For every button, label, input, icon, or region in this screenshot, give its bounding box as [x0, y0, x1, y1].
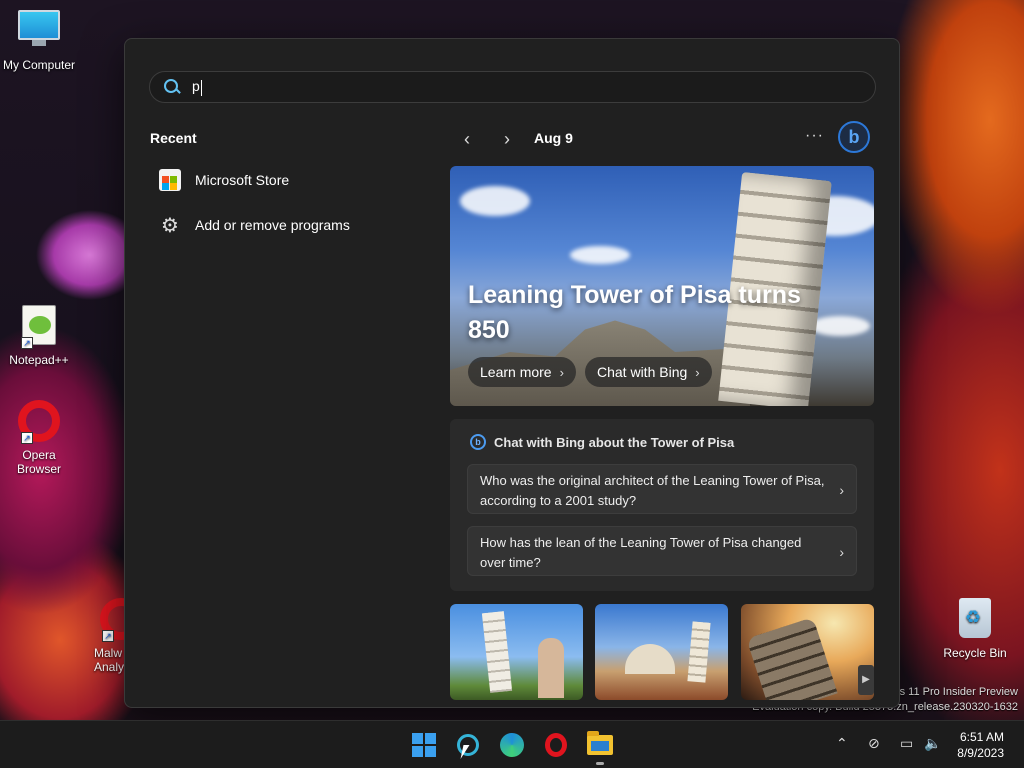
desktop-icon-label: My Computer [2, 58, 76, 72]
chevron-right-icon: › [839, 482, 844, 498]
edge-icon [500, 733, 524, 757]
recent-item-label: Add or remove programs [195, 217, 350, 233]
recent-heading: Recent [150, 130, 197, 146]
hero-card[interactable]: Leaning Tower of Pisa turns 850 Learn mo… [450, 166, 874, 406]
chat-heading: b Chat with Bing about the Tower of Pisa [470, 434, 734, 450]
chat-heading-text: Chat with Bing about the Tower of Pisa [494, 434, 735, 450]
desktop-icon-label: Malw Analy [94, 646, 125, 674]
taskbar: ⌃ ⊘ ▭ 🔈 6:51 AM 8/9/2023 [0, 720, 1024, 768]
bing-chat-icon: b [470, 434, 486, 450]
text-caret [200, 79, 202, 96]
opera-icon: ↗ [17, 400, 61, 444]
chevron-right-icon: › [695, 364, 700, 380]
clock-time: 6:51 AM [959, 730, 1004, 744]
folder-icon [587, 731, 613, 755]
chat-question-button[interactable]: Who was the original architect of the Le… [467, 464, 857, 514]
clock-date: 8/9/2023 [957, 746, 1004, 760]
file-explorer-taskbar-button[interactable] [586, 731, 614, 759]
chevron-right-icon[interactable]: › [497, 129, 517, 149]
recent-item-microsoft-store[interactable]: Microsoft Store [159, 165, 289, 195]
opera-icon: ↗ [78, 598, 142, 642]
chat-card: b Chat with Bing about the Tower of Pisa… [450, 419, 874, 591]
clock[interactable]: 6:51 AM 8/9/2023 [957, 729, 1004, 761]
desktop-icon-malware-analysis[interactable]: ↗ Malw Analy [70, 598, 142, 674]
watermark-line1: s 11 Pro Insider Preview [899, 686, 1018, 698]
recycle-bin-icon [953, 598, 997, 642]
chat-question-text: Who was the original architect of the Le… [480, 473, 825, 508]
search-panel: p Recent Microsoft Store ⚙ Add or remove… [124, 38, 900, 708]
edge-taskbar-button[interactable] [498, 731, 526, 759]
desktop-icon-recycle-bin[interactable]: Recycle Bin [936, 598, 1014, 660]
bing-logo-icon[interactable]: b [838, 121, 870, 153]
recent-item-add-remove-programs[interactable]: ⚙ Add or remove programs [159, 210, 350, 240]
image-thumbnail[interactable] [595, 604, 728, 700]
desktop-icon-notepad-plus-plus[interactable]: ↗ Notepad++ [0, 305, 78, 367]
chevron-up-icon[interactable]: ⌃ [836, 735, 848, 752]
computer-icon [17, 10, 61, 54]
opera-icon [545, 733, 567, 757]
desktop-icon-opera-browser[interactable]: ↗ Opera Browser [0, 400, 78, 476]
chat-with-bing-button[interactable]: Chat with Bing › [585, 357, 712, 387]
chat-with-bing-label: Chat with Bing [597, 364, 688, 380]
search-query: p [192, 78, 202, 96]
hero-title: Leaning Tower of Pisa turns 850 [468, 281, 801, 344]
display-icon[interactable]: ▭ [900, 735, 913, 752]
desktop-icon-label: Recycle Bin [943, 646, 1007, 660]
volume-icon[interactable]: 🔈 [924, 735, 941, 752]
scroll-right-icon[interactable]: ▶ [858, 665, 874, 695]
network-icon[interactable]: ⊘ [868, 735, 880, 752]
feed-date: Aug 9 [534, 130, 573, 146]
windows-start-icon[interactable] [410, 731, 438, 759]
image-thumbnail[interactable] [450, 604, 583, 700]
image-thumbnail[interactable] [741, 604, 874, 700]
chevron-right-icon: › [839, 544, 844, 560]
chevron-left-icon[interactable]: ‹ [457, 129, 477, 149]
microsoft-store-icon [159, 169, 181, 191]
desktop-icon-label: Opera Browser [16, 448, 61, 476]
learn-more-button[interactable]: Learn more › [468, 357, 576, 387]
opera-taskbar-button[interactable] [542, 731, 570, 759]
learn-more-label: Learn more [480, 364, 552, 380]
notepad-plus-plus-icon: ↗ [17, 305, 61, 349]
gear-icon: ⚙ [161, 214, 179, 237]
more-options-icon[interactable]: ··· [805, 127, 824, 145]
active-indicator [596, 762, 604, 765]
recent-item-label: Microsoft Store [195, 172, 290, 188]
search-icon [164, 79, 180, 95]
chat-question-button[interactable]: How has the lean of the Leaning Tower of… [467, 526, 857, 576]
desktop-icon-label: Notepad++ [9, 353, 69, 367]
chat-question-text: How has the lean of the Leaning Tower of… [480, 535, 802, 570]
chevron-right-icon: › [559, 364, 564, 380]
desktop-icon-my-computer[interactable]: My Computer [0, 10, 78, 72]
search-input[interactable]: p [149, 71, 876, 103]
